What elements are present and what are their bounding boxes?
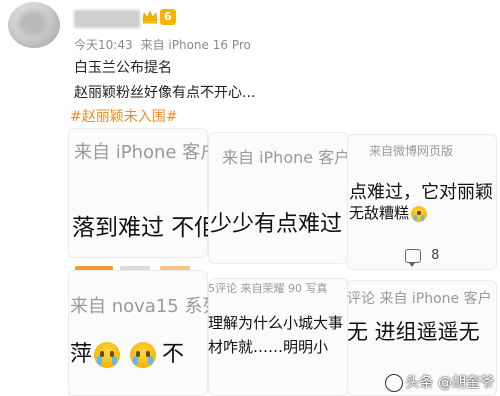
screenshot-card-3[interactable]: 来自微博网页版 点难过，它对丽颖 无敌糟糕 8 [347, 134, 497, 270]
comment-count[interactable]: 8 [405, 248, 440, 267]
card-source: 来自 iPhone 客户 [222, 148, 348, 167]
watermark: 头条 @胡奎爷 [384, 372, 494, 392]
card-text: 落到难过 不佢 [72, 215, 208, 241]
card-text-line2: 材咋就……明明小 [208, 338, 329, 356]
post-text-line1: 白玉兰公布提名 [74, 60, 172, 76]
card-text: 理解为什么小城大事 [208, 314, 344, 332]
watermark-logo-icon [384, 374, 403, 392]
card-text: 无 进组遥遥无 [347, 320, 480, 344]
card-text-value: 无敌糟糕 [349, 204, 410, 222]
screenshot-card-4[interactable]: 来自 nova15 系列 萍不 [68, 270, 208, 396]
card-text-value: 不 [162, 342, 185, 367]
card-text-line2: 无敌糟糕 [349, 202, 428, 223]
screenshot-card-1[interactable]: 来自 iPhone 客户 落到难过 不佢 [68, 128, 208, 258]
comment-count-value: 8 [431, 248, 440, 263]
hashtag-link[interactable]: #赵丽颖未入围# [70, 106, 177, 126]
avatar[interactable] [8, 2, 60, 48]
crying-face-icon [130, 342, 157, 368]
card-source: 来自 iPhone 客户 [74, 142, 208, 163]
card-text: 萍不 [70, 336, 184, 368]
screenshot-card-2[interactable]: 来自 iPhone 客户 少少有点难过 [208, 132, 348, 264]
crying-face-icon [94, 342, 121, 368]
card-text: 少少有点难过 [210, 212, 343, 237]
card-source: 5评论 来自荣耀 90 写真 [208, 282, 328, 295]
watermark-text: 头条 @胡奎爷 [405, 375, 494, 391]
comment-icon [405, 248, 421, 267]
card-text-value: 萍 [70, 342, 93, 367]
level-badge: 6 [160, 9, 176, 25]
screenshot-card-5[interactable]: 5评论 来自荣耀 90 写真 理解为什么小城大事 材咋就……明明小 [208, 278, 348, 396]
post-time: 今天10:43 [74, 38, 133, 52]
post-source[interactable]: 来自 iPhone 16 Pro [141, 38, 251, 52]
post-meta: 今天10:43 来自 iPhone 16 Pro [74, 36, 259, 53]
card-source: 评论 来自 iPhone 客户 [347, 291, 492, 307]
card-text: 点难过，它对丽颖 [349, 182, 493, 203]
crown-icon [142, 10, 158, 24]
username-blurred[interactable] [74, 10, 140, 28]
post-text-line2: 赵丽颖粉丝好像有点不开心... [74, 85, 256, 101]
card-source: 来自微博网页版 [369, 144, 454, 158]
card-source: 来自 nova15 系列 [70, 296, 208, 317]
crying-face-icon [411, 205, 428, 222]
